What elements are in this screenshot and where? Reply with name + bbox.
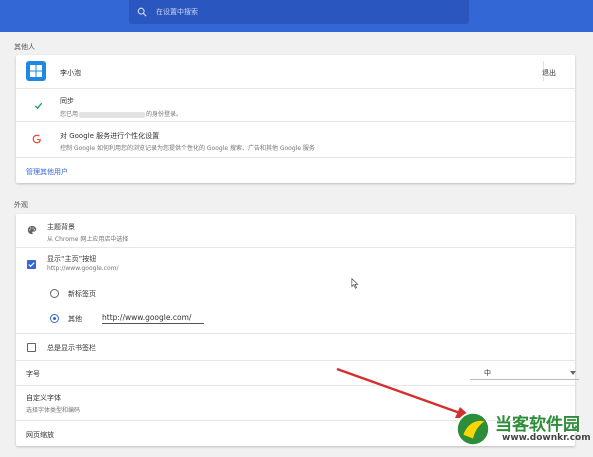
font-size-select[interactable]: 中 xyxy=(470,367,579,380)
google-personalize-desc: 控制 Google 如何利用您的浏览记录为您提供个性化的 Google 搜索、广… xyxy=(60,145,315,152)
home-url-input[interactable]: http://www.google.com/ xyxy=(102,313,204,324)
google-g-icon xyxy=(32,134,41,144)
search-icon xyxy=(137,7,147,17)
sync-title: 同步 xyxy=(60,97,74,105)
windows-logo-icon xyxy=(30,65,42,77)
page-zoom-label: 网页缩放 xyxy=(26,431,54,439)
avatar xyxy=(26,61,46,81)
font-size-value: 中 xyxy=(484,369,491,377)
site-watermark: 当客软件园 www.downkr.com xyxy=(452,406,593,457)
other-url-label: 其他 xyxy=(68,315,82,323)
manage-users-link[interactable]: 管理其他用户 xyxy=(26,167,68,177)
palette-icon xyxy=(27,225,37,235)
checkmark-icon xyxy=(34,102,43,110)
newtab-label: 新标签页 xyxy=(68,290,96,298)
newtab-radio[interactable] xyxy=(50,289,59,298)
watermark-logo-icon xyxy=(455,411,491,447)
user-name: 李小泡 xyxy=(60,69,81,77)
settings-header: 在设置中搜索 xyxy=(0,0,593,32)
chevron-down-icon xyxy=(570,371,576,375)
watermark-title: 当客软件园 xyxy=(495,415,580,435)
signout-button[interactable]: 退出 xyxy=(542,68,556,78)
people-card: 李小泡 退出 同步 您已用 的身份登录。 对 Google 服务进行个性化设置 控… xyxy=(16,55,575,183)
sync-description: 您已用 的身份登录。 xyxy=(60,111,183,118)
mouse-cursor-icon xyxy=(351,278,359,289)
theme-row[interactable]: 主题背景 从 Chrome 网上应用店中选择 xyxy=(16,214,575,247)
font-size-label: 字号 xyxy=(26,370,40,378)
divider xyxy=(16,157,575,158)
search-placeholder: 在设置中搜索 xyxy=(156,8,198,16)
show-home-url: http://www.google.com/ xyxy=(47,265,119,272)
custom-fonts-title: 自定义字体 xyxy=(26,394,61,402)
show-home-checkbox[interactable] xyxy=(27,260,36,269)
theme-title: 主题背景 xyxy=(47,223,75,231)
bookmarks-bar-checkbox[interactable] xyxy=(27,343,36,352)
newtab-option[interactable]: 新标签页 xyxy=(16,284,575,304)
check-icon xyxy=(28,262,35,268)
google-personalize-title: 对 Google 服务进行个性化设置 xyxy=(60,132,160,140)
watermark-url: www.downkr.com xyxy=(502,433,591,443)
other-url-radio[interactable] xyxy=(50,314,59,323)
other-url-option[interactable]: 其他 xyxy=(16,311,575,329)
search-box[interactable]: 在设置中搜索 xyxy=(129,0,469,24)
show-home-title: 显示“主页”按钮 xyxy=(47,255,97,263)
theme-description: 从 Chrome 网上应用店中选择 xyxy=(47,236,129,243)
section-title-people: 其他人 xyxy=(14,43,35,51)
custom-fonts-desc: 选择字体类型和编码 xyxy=(26,407,81,414)
sync-row[interactable]: 同步 您已用 的身份登录。 xyxy=(16,89,575,121)
google-personalize-row[interactable]: 对 Google 服务进行个性化设置 控制 Google 如何利用您的浏览记录为… xyxy=(16,122,575,157)
blurred-email xyxy=(79,111,146,118)
section-title-appearance: 外观 xyxy=(14,201,28,209)
show-home-row[interactable]: 显示“主页”按钮 http://www.google.com/ xyxy=(16,248,575,278)
bookmarks-bar-row[interactable]: 总是显示书签栏 xyxy=(16,334,575,360)
user-row[interactable]: 李小泡 退出 xyxy=(16,55,575,88)
bookmarks-bar-label: 总是显示书签栏 xyxy=(47,344,96,352)
